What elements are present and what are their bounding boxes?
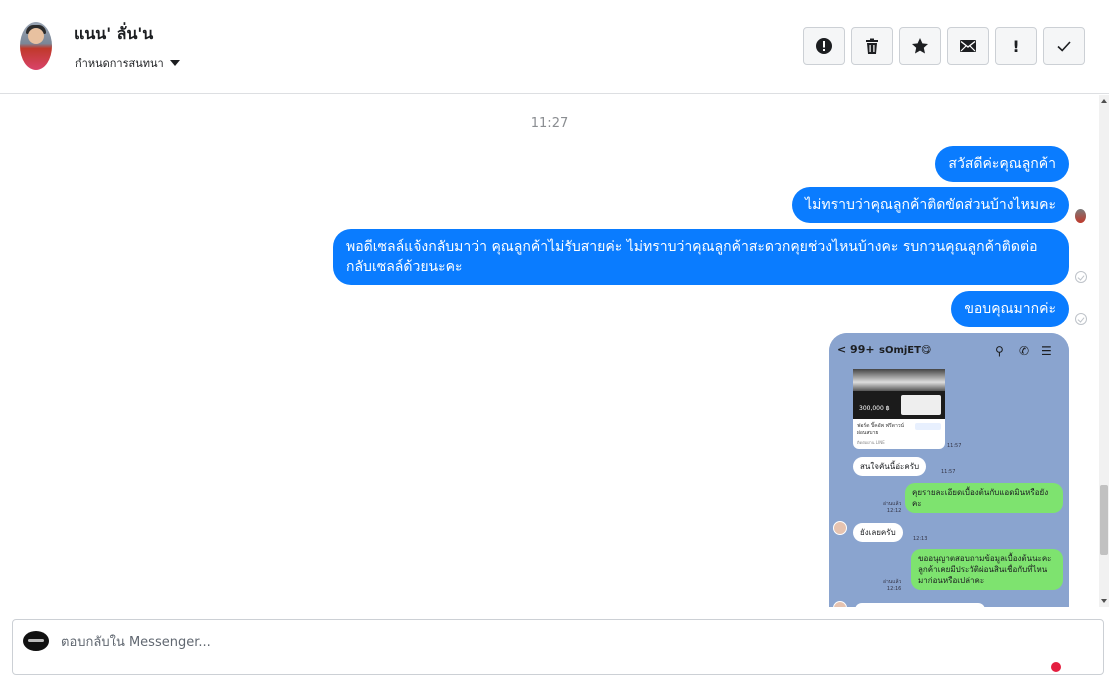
line-time: 11:57 [941, 469, 956, 475]
page-avatar [23, 631, 49, 651]
check-icon [1057, 41, 1071, 52]
message-bubble[interactable]: ขอบคุณมากค่ะ [951, 291, 1069, 327]
line-bubble: ยังเลยครับ [853, 523, 903, 542]
mark-unread-button[interactable] [947, 27, 989, 65]
line-chat-header: < 99+ sOmjET😋 ⚲ ✆ ☰ [829, 333, 1069, 369]
conversation-actions: ! [803, 27, 1085, 65]
line-back-label: < 99+ [837, 343, 875, 356]
line-chat-name: sOmjET😋 [879, 345, 932, 356]
contact-avatar[interactable] [20, 22, 52, 70]
car-thumbnail [901, 395, 941, 415]
search-icon: ⚲ [995, 344, 1004, 358]
line-time: 11:57 [947, 443, 962, 449]
mark-spam-button[interactable] [803, 27, 845, 65]
scroll-down-icon[interactable] [1101, 599, 1107, 603]
message-bubble[interactable]: พอดีเซลล์แจ้งกลับมาว่า คุณลูกค้าไม่รับสา… [333, 229, 1069, 285]
message-thread[interactable]: 11:27 สวัสดีค่ะคุณลูกค้า ไม่ทราบว่าคุณลู… [0, 95, 1099, 607]
star-button[interactable] [899, 27, 941, 65]
emoji-icon[interactable] [1051, 662, 1061, 672]
car-photo: 300,000 ฿ [853, 391, 945, 419]
avatar-face [28, 28, 44, 44]
line-bubble: คุยรายละเอียดเบื้องต้นกับแอดมินหรือยังคะ [905, 483, 1063, 513]
message-bubble[interactable]: สวัสดีค่ะคุณลูกค้า [935, 146, 1069, 182]
assign-label: กำหนดการสนทนา [75, 57, 164, 70]
line-product-card: 300,000 ฿ ฟอร์ด ปิ๊คอัพ ฟรีดาวน์ ผ่อนสบา… [853, 369, 945, 449]
alert-circle-icon [816, 38, 832, 54]
thread-scrollbar[interactable] [1099, 95, 1109, 607]
card-button [915, 423, 941, 430]
line-bubble: ขออนุญาตสอบถามข้อมูลเบื้องต้นนะคะลูกค้าเ… [911, 549, 1063, 590]
reply-input[interactable] [61, 631, 1041, 653]
line-read-receipt: อ่านแล้ว 12:12 [883, 501, 901, 515]
line-bubble: สนใจคันนี้อ่ะครับ [853, 457, 927, 476]
card-text: ฟอร์ด ปิ๊คอัพ ฟรีดาวน์ ผ่อนสบาย [857, 423, 904, 436]
line-bubble [855, 603, 985, 607]
delivered-check-icon [1075, 313, 1087, 325]
read-label: อ่านแล้ว 12:16 [883, 579, 902, 592]
scroll-up-icon[interactable] [1101, 99, 1107, 103]
car-photo [853, 369, 945, 391]
caret-down-icon [169, 60, 180, 66]
card-footer: ติดต่อผ่าน LINE [857, 440, 885, 445]
exclamation-icon: ! [1012, 36, 1020, 56]
read-label: อ่านแล้ว 12:12 [883, 501, 902, 514]
star-icon [912, 38, 928, 54]
line-avatar [833, 601, 847, 607]
image-attachment[interactable]: < 99+ sOmjET😋 ⚲ ✆ ☰ 300,000 ฿ ฟอร์ด ปิ๊ค… [829, 333, 1069, 607]
conversation-header: แนน' ลั่น'น กำหนดการสนทนา ! [0, 0, 1109, 94]
line-read-receipt: อ่านแล้ว 12:16 [883, 579, 901, 593]
contact-name[interactable]: แนน' ลั่น'น [74, 22, 153, 47]
message-bubble[interactable]: ไม่ทราบว่าคุณลูกค้าติดขัดส่วนบ้างไหมคะ [792, 187, 1069, 223]
message-timestamp: 11:27 [530, 116, 569, 131]
line-time: 12:13 [913, 536, 928, 542]
follow-up-button[interactable]: ! [995, 27, 1037, 65]
phone-icon: ✆ [1019, 344, 1030, 358]
scrollbar-thumb[interactable] [1100, 485, 1108, 555]
card-price: 300,000 ฿ [859, 405, 890, 412]
delete-button[interactable] [851, 27, 893, 65]
delivered-check-icon [1075, 271, 1087, 283]
mark-done-button[interactable] [1043, 27, 1085, 65]
trash-icon [866, 38, 878, 54]
menu-icon: ☰ [1041, 344, 1052, 358]
line-avatar [833, 521, 847, 535]
assign-conversation-dropdown[interactable]: กำหนดการสนทนา [75, 54, 180, 72]
seen-by-avatar [1075, 209, 1086, 223]
envelope-icon [960, 40, 976, 52]
